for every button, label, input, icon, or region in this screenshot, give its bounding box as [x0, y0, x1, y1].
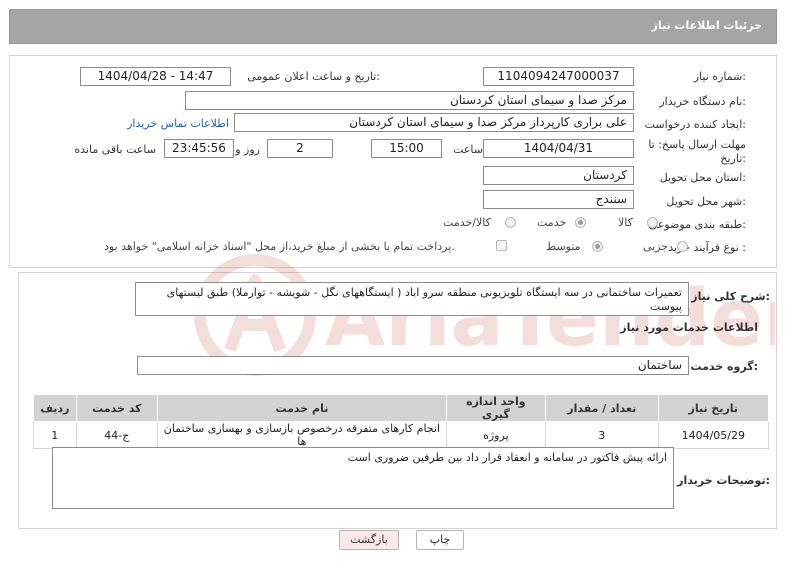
province-field[interactable]: کردستان	[483, 166, 634, 185]
col-service-name: نام خدمت	[157, 394, 447, 422]
deadline-time-label: ساعت	[453, 143, 483, 156]
table-row: 1 ج-44 انجام کارهای متفرقه درخصوص بازساز…	[33, 421, 770, 449]
description-label: شرح کلی نیاز:	[691, 290, 770, 303]
city-field[interactable]: سنندج	[483, 190, 634, 209]
print-button[interactable]: چاپ	[416, 530, 464, 550]
need-number-field[interactable]: 1104094247000037	[483, 67, 634, 86]
cell-unit: پروژه	[445, 421, 546, 449]
treasury-payment-note: پرداخت تمام یا بخشی از مبلغ خرید،از محل …	[104, 240, 455, 253]
col-unit: واحد اندازه گیری	[445, 394, 546, 422]
province-label: استان محل تحویل:	[659, 171, 746, 184]
category-label: طبقه بندی موضوعی:	[648, 218, 746, 231]
page-title: جزئیات اطلاعات نیاز	[651, 19, 763, 32]
services-table: ردیف کد خدمت نام خدمت واحد اندازه گیری ت…	[33, 394, 770, 449]
services-section-title: اطلاعات خدمات مورد نیاز	[620, 321, 758, 334]
cell-row-number: 1	[33, 421, 77, 449]
buyer-org-label: نام دستگاه خریدار:	[659, 95, 746, 108]
cell-need-date: 1404/05/29	[657, 421, 770, 449]
category-option-goods: کالا	[618, 216, 633, 229]
process-option-medium: متوسط	[546, 240, 581, 253]
city-label: شهر محل تحویل:	[666, 195, 746, 208]
remaining-time-field[interactable]: 23:45:56	[164, 139, 234, 158]
category-option-goods-service: کالا/خدمت	[443, 216, 491, 229]
col-service-code: کد خدمت	[75, 394, 159, 422]
requester-label: ایجاد کننده درخواست:	[644, 118, 746, 131]
requester-field[interactable]: علی براری کارپرداز مرکز صدا و سیمای استا…	[234, 113, 634, 132]
cell-service-name: انجام کارهای متفرقه درخصوص بازسازی و بهس…	[157, 421, 447, 449]
category-option-service: خدمت	[537, 216, 567, 229]
deadline-label-line2: تاریخ:	[720, 152, 746, 165]
deadline-time-field[interactable]: 15:00	[371, 139, 442, 158]
cell-quantity: 3	[544, 421, 659, 449]
col-quantity: تعداد / مقدار	[544, 394, 659, 422]
deadline-label-line1: مهلت ارسال پاسخ: تا	[648, 138, 746, 151]
process-radio-medium[interactable]	[592, 241, 603, 252]
need-info-panel	[9, 55, 777, 268]
remaining-time-label: ساعت باقی مانده	[74, 143, 156, 156]
announce-date-label: تاریخ و ساعت اعلان عمومی:	[247, 70, 380, 83]
service-group-field[interactable]: ساختمان	[137, 356, 689, 375]
buyer-notes-label: توضیحات خریدار:	[677, 474, 770, 487]
category-radio-service[interactable]	[575, 217, 586, 228]
days-label: روز و	[235, 143, 260, 156]
process-radio-minor[interactable]	[677, 241, 688, 252]
process-option-minor: جزیی	[643, 240, 669, 253]
col-need-date: تاریخ نیاز	[657, 394, 770, 422]
page-header: جزئیات اطلاعات نیاز	[9, 9, 777, 44]
services-table-header: ردیف کد خدمت نام خدمت واحد اندازه گیری ت…	[33, 394, 770, 422]
need-number-label: شماره نیاز:	[693, 70, 746, 83]
deadline-date-field[interactable]: 1404/04/31	[483, 139, 634, 158]
buyer-notes-textarea[interactable]: ارائه پیش فاکتور در سامانه و انعقاد قرار…	[52, 447, 674, 509]
category-radio-goods[interactable]	[647, 217, 658, 228]
buyer-org-field[interactable]: مرکز صدا و سیمای استان کردستان	[185, 91, 634, 110]
back-button[interactable]: بازگشت	[339, 530, 399, 550]
service-group-label: گروه خدمت:	[690, 360, 758, 373]
col-row-number: ردیف	[33, 394, 77, 422]
days-remaining-field[interactable]: 2	[267, 139, 333, 158]
treasury-payment-checkbox[interactable]	[496, 240, 507, 251]
category-radio-goods-service[interactable]	[505, 217, 516, 228]
announce-date-field[interactable]: 1404/04/28 - 14:47	[80, 67, 231, 86]
buyer-contact-link[interactable]: اطلاعات تماس خریدار	[127, 117, 229, 130]
cell-service-code: ج-44	[75, 421, 159, 449]
description-textarea[interactable]: تعمیرات ساختمانی در سه ایستگاه تلویزیونی…	[135, 282, 689, 316]
